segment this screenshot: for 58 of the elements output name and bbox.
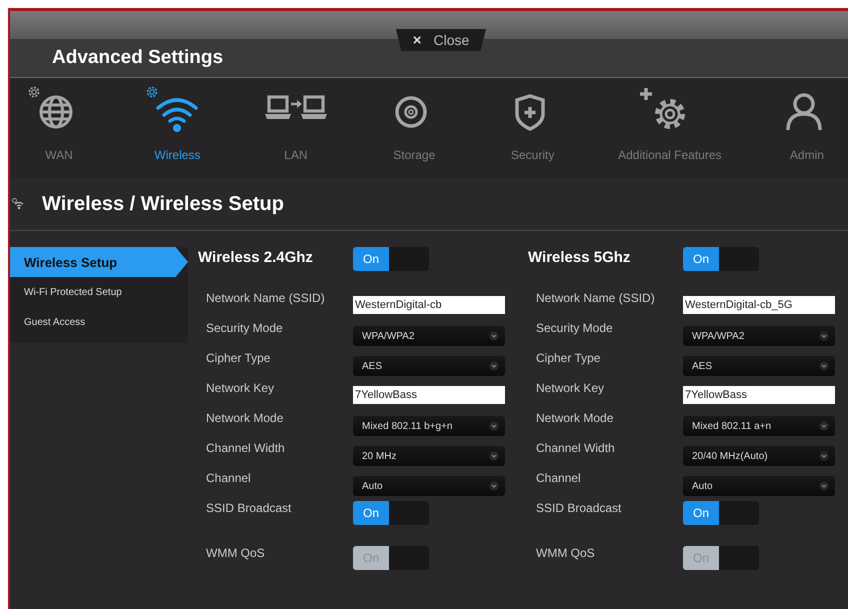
- chevron-down-icon: [819, 451, 829, 461]
- nav-tab[interactable]: Security: [500, 78, 566, 178]
- nav-tab[interactable]: WAN: [26, 78, 92, 178]
- chevron-down-icon: [819, 331, 829, 341]
- input-field[interactable]: 7YellowBass: [683, 386, 835, 404]
- window-title: Advanced Settings: [52, 47, 224, 69]
- dropdown[interactable]: WPA/WPA2: [683, 326, 835, 346]
- close-button[interactable]: × Close: [396, 29, 486, 51]
- nav-tab[interactable]: Additional Features: [618, 78, 722, 178]
- field-label: Channel: [536, 471, 582, 485]
- section-title: Wireless 5Ghz: [528, 248, 632, 266]
- field-label: Network Mode: [536, 411, 614, 425]
- dropdown[interactable]: Mixed 802.11 b+g+n: [353, 416, 505, 436]
- dropdown[interactable]: WPA/WPA2: [353, 326, 505, 346]
- field-label: SSID Broadcast: [536, 501, 622, 515]
- sidebar-item[interactable]: Wireless Setup: [10, 247, 188, 277]
- chevron-down-icon: [489, 481, 499, 491]
- field-label: Network Key: [206, 381, 276, 395]
- sidebar-item[interactable]: Wi-Fi Protected Setup: [10, 277, 188, 307]
- chevron-down-icon: [489, 331, 499, 341]
- dropdown[interactable]: Mixed 802.11 a+n: [683, 416, 835, 436]
- input-field[interactable]: WesternDigital-cb: [353, 296, 505, 314]
- input-field[interactable]: 7YellowBass: [353, 386, 505, 404]
- chevron-down-icon: [819, 481, 829, 491]
- field-label: WMM QoS: [536, 546, 596, 560]
- field-label: SSID Broadcast: [206, 501, 292, 515]
- wifi-icon: [12, 198, 24, 210]
- page-heading: Wireless / Wireless Setup: [42, 192, 284, 216]
- field-label: Network Mode: [206, 411, 284, 425]
- section-title: Wireless 2.4Ghz: [198, 248, 314, 266]
- chevron-down-icon: [489, 361, 499, 371]
- field-label: WMM QoS: [206, 546, 266, 560]
- dropdown[interactable]: 20/40 MHz(Auto): [683, 446, 835, 466]
- field-label: Cipher Type: [536, 351, 602, 365]
- input-field[interactable]: WesternDigital-cb_5G: [683, 296, 835, 314]
- nav-tab[interactable]: Admin: [774, 78, 840, 178]
- field-label: Cipher Type: [206, 351, 272, 365]
- field-label: Network Name (SSID): [206, 291, 326, 305]
- dropdown[interactable]: AES: [683, 356, 835, 376]
- nav-tab[interactable]: Storage: [381, 78, 448, 178]
- dropdown[interactable]: AES: [353, 356, 505, 376]
- dropdown[interactable]: 20 MHz: [353, 446, 505, 466]
- dropdown[interactable]: Auto: [353, 476, 505, 496]
- field-label: Security Mode: [206, 321, 284, 335]
- chevron-down-icon: [489, 451, 499, 461]
- sidebar-item[interactable]: Guest Access: [10, 307, 188, 337]
- nav-tab[interactable]: LAN: [262, 78, 329, 178]
- chevron-down-icon: [819, 361, 829, 371]
- field-label: Network Key: [536, 381, 606, 395]
- field-label: Channel Width: [206, 441, 286, 455]
- field-label: Channel: [206, 471, 252, 485]
- chevron-down-icon: [489, 421, 499, 431]
- field-label: Security Mode: [536, 321, 614, 335]
- chevron-down-icon: [819, 421, 829, 431]
- dropdown[interactable]: Auto: [683, 476, 835, 496]
- nav-tab[interactable]: Wireless: [144, 78, 210, 178]
- field-label: Channel Width: [536, 441, 616, 455]
- field-label: Network Name (SSID): [536, 291, 656, 305]
